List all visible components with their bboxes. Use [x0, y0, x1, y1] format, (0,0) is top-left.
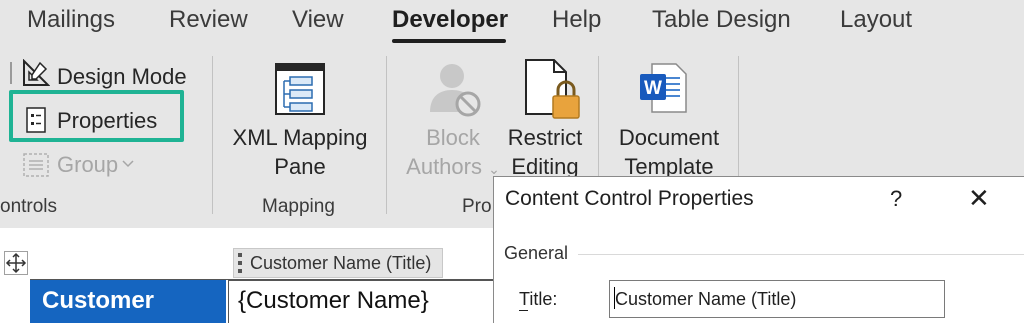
tab-view[interactable]: View: [292, 6, 344, 34]
controls-group-label: ontrols: [0, 196, 58, 217]
table-header-cell: Customer: [30, 280, 226, 323]
move-arrows-icon: [5, 252, 27, 274]
content-control-title-tag[interactable]: Customer Name (Title): [233, 248, 443, 278]
group-icon: [22, 152, 50, 178]
tab-table-design[interactable]: Table Design: [652, 6, 791, 34]
customer-name-content-control[interactable]: {Customer Name}: [228, 280, 498, 323]
table-move-handle[interactable]: [4, 251, 28, 275]
active-tab-indicator: [392, 39, 506, 43]
dialog-title: Content Control Properties: [505, 187, 754, 210]
properties-highlight-box: [9, 90, 184, 142]
tab-mailings[interactable]: Mailings: [27, 6, 115, 34]
block-authors-icon: [428, 60, 482, 118]
restrict-editing-label-line1: Restrict: [507, 125, 583, 150]
restrict-editing-button[interactable]: Restrict Editing: [500, 123, 590, 181]
document-template-button[interactable]: Document Template: [610, 123, 728, 181]
text-cursor: [614, 287, 615, 309]
xml-mapping-pane-icon: [274, 62, 326, 116]
block-authors-label-line2: Authors ⌄: [406, 154, 500, 179]
restrict-editing-icon: [524, 58, 580, 120]
block-authors-button[interactable]: Block Authors ⌄: [398, 123, 508, 184]
tab-review[interactable]: Review: [169, 6, 248, 34]
block-authors-label-line1: Block: [426, 125, 480, 150]
block-authors-chevron-icon: ⌄: [488, 161, 500, 177]
dialog-help-button[interactable]: ?: [890, 186, 902, 212]
design-mode-button[interactable]: Design Mode: [57, 64, 187, 90]
title-label-accelerator-underline: [519, 310, 528, 311]
svg-text:W: W: [644, 78, 662, 99]
xml-mapping-label-line2: Pane: [274, 154, 326, 179]
tab-developer[interactable]: Developer: [392, 6, 508, 34]
title-field-label: Title:: [519, 289, 558, 309]
tab-layout[interactable]: Layout: [840, 6, 912, 34]
group-separator: [386, 56, 387, 214]
group-separator: [212, 56, 213, 214]
content-control-grip-icon[interactable]: [238, 252, 242, 274]
document-template-label-line1: Document: [618, 125, 720, 150]
general-section-heading: General: [504, 243, 569, 263]
group-dropdown-chevron-icon: [122, 157, 134, 169]
dialog-close-icon[interactable]: ✕: [968, 184, 990, 212]
word-document-template-icon: W: [638, 62, 688, 114]
group-button[interactable]: Group: [57, 152, 118, 178]
section-divider: [578, 254, 1024, 255]
mapping-group-label: Mapping: [262, 196, 335, 217]
xml-mapping-pane-button[interactable]: XML Mapping Pane: [229, 123, 371, 181]
controls-partial-icon: [8, 60, 14, 86]
design-mode-icon: [22, 58, 51, 87]
xml-mapping-label-line1: XML Mapping: [232, 125, 368, 150]
title-input[interactable]: Customer Name (Title): [609, 280, 945, 318]
protect-group-label: Pro: [462, 196, 492, 217]
tab-help[interactable]: Help: [552, 6, 601, 34]
